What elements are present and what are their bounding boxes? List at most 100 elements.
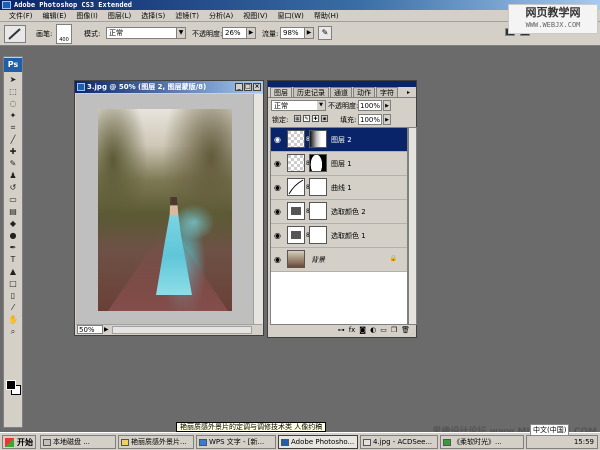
layer-row-background[interactable]: ◉ 背景 🔒 xyxy=(271,248,407,272)
status-arrow-icon[interactable]: ▶ xyxy=(104,325,109,335)
eye-icon[interactable]: ◉ xyxy=(272,182,283,193)
lasso-tool-icon[interactable]: ◌ xyxy=(4,98,22,110)
layer-row-selective-color-2[interactable]: ◉ 8 选取颜色 2 xyxy=(271,200,407,224)
move-tool-icon[interactable]: ➤ xyxy=(4,74,22,86)
layer-mask-thumbnail[interactable] xyxy=(309,226,327,244)
lock-transparency-icon[interactable]: ▦ xyxy=(294,115,301,122)
menu-file[interactable]: 文件(F) xyxy=(4,10,38,22)
eye-icon[interactable]: ◉ xyxy=(272,158,283,169)
taskbar-button-photoshop[interactable]: Adobe Photosho... xyxy=(278,435,358,449)
maximize-icon[interactable]: □ xyxy=(244,83,252,91)
eraser-tool-icon[interactable]: ▭ xyxy=(4,194,22,206)
notes-tool-icon[interactable]: ▯ xyxy=(4,290,22,302)
document-vertical-scrollbar[interactable] xyxy=(253,94,263,324)
tab-layers[interactable]: 图层 xyxy=(270,87,292,97)
type-tool-icon[interactable]: T xyxy=(4,254,22,266)
document-horizontal-scrollbar[interactable] xyxy=(112,326,252,334)
layer-name[interactable]: 图层 1 xyxy=(331,159,352,169)
minimize-icon[interactable]: _ xyxy=(235,83,243,91)
close-icon[interactable]: × xyxy=(253,83,261,91)
new-group-icon[interactable]: ▭ xyxy=(380,325,387,335)
layers-scrollbar[interactable] xyxy=(408,127,417,325)
pen-tool-icon[interactable]: ✒ xyxy=(4,242,22,254)
dodge-tool-icon[interactable]: ● xyxy=(4,230,22,242)
tab-history[interactable]: 历史记录 xyxy=(293,87,329,97)
menu-window[interactable]: 窗口(W) xyxy=(272,10,308,22)
canvas-area[interactable] xyxy=(76,94,253,324)
brush-tool-preset-icon[interactable] xyxy=(4,25,26,43)
layer-name[interactable]: 图层 2 xyxy=(331,135,352,145)
layer-name[interactable]: 曲线 1 xyxy=(331,183,352,193)
eye-icon[interactable]: ◉ xyxy=(272,230,283,241)
foreground-color-swatch[interactable] xyxy=(6,380,16,390)
menu-view[interactable]: 视图(V) xyxy=(238,10,272,22)
slice-tool-icon[interactable]: ╱ xyxy=(4,134,22,146)
eye-icon[interactable]: ◉ xyxy=(272,206,283,217)
blur-tool-icon[interactable]: ◆ xyxy=(4,218,22,230)
new-layer-icon[interactable]: ❐ xyxy=(391,325,397,335)
clone-stamp-icon[interactable]: ♟ xyxy=(4,170,22,182)
layer-name[interactable]: 选取颜色 1 xyxy=(331,231,366,241)
shape-tool-icon[interactable]: □ xyxy=(4,278,22,290)
crop-tool-icon[interactable]: ⌗ xyxy=(4,122,22,134)
menu-select[interactable]: 选择(S) xyxy=(136,10,170,22)
panel-menu-icon[interactable]: ▸ xyxy=(404,88,412,96)
chevron-right-icon[interactable]: ▶ xyxy=(383,100,391,111)
magic-wand-icon[interactable]: ✦ xyxy=(4,110,22,122)
menu-help[interactable]: 帮助(H) xyxy=(309,10,344,22)
lock-all-icon[interactable]: ▣ xyxy=(321,115,328,122)
zoom-tool-icon[interactable]: ⌕ xyxy=(4,326,22,338)
clock[interactable]: 15:59 xyxy=(574,438,594,446)
tab-actions[interactable]: 动作 xyxy=(353,87,375,97)
gradient-tool-icon[interactable]: ▤ xyxy=(4,206,22,218)
fill-field[interactable]: 100% xyxy=(358,114,382,125)
document-photo[interactable] xyxy=(98,109,232,311)
layer-name[interactable]: 选取颜色 2 xyxy=(331,207,366,217)
layer-name[interactable]: 背景 xyxy=(311,255,325,265)
layer-opacity-field[interactable]: 100% xyxy=(358,100,382,111)
blend-mode-dropdown[interactable]: 正常 ▼ xyxy=(271,100,326,111)
marquee-tool-icon[interactable]: ⬚ xyxy=(4,86,22,98)
link-layers-icon[interactable]: ⊶ xyxy=(338,325,345,335)
healing-brush-icon[interactable]: ✚ xyxy=(4,146,22,158)
layer-row-curves-1[interactable]: ◉ 8 曲线 1 xyxy=(271,176,407,200)
opacity-field[interactable]: 26% ▶ xyxy=(222,27,256,39)
chevron-right-icon[interactable]: ▶ xyxy=(383,114,391,125)
flow-field[interactable]: 98% ▶ xyxy=(280,27,314,39)
taskbar-button-browser[interactable]: 《柔软时光》... xyxy=(440,435,524,449)
menu-edit[interactable]: 编辑(E) xyxy=(38,10,72,22)
taskbar-button-acdsee[interactable]: 4.jpg - ACDSee... xyxy=(360,435,438,449)
brush-tool-icon[interactable]: ✎ xyxy=(4,158,22,170)
eyedropper-icon[interactable]: ⁄ xyxy=(4,302,22,314)
layer-row-layer-1[interactable]: ◉ 8 图层 1 xyxy=(271,152,407,176)
taskbar-button-folder[interactable]: 艳丽质感外景片... xyxy=(118,435,194,449)
adjustment-layer-icon[interactable]: ◐ xyxy=(370,325,376,335)
layer-style-icon[interactable]: fx xyxy=(349,325,356,335)
eye-icon[interactable]: ◉ xyxy=(272,254,283,265)
lock-pixels-icon[interactable]: ✎ xyxy=(303,115,310,122)
menu-filter[interactable]: 滤镜(T) xyxy=(170,10,204,22)
layer-mask-thumbnail[interactable] xyxy=(309,130,327,148)
brush-picker[interactable]: 400 xyxy=(56,24,72,44)
airbrush-icon[interactable]: ✎ xyxy=(318,26,332,40)
layer-row-layer-2[interactable]: ◉ 8 图层 2 xyxy=(271,128,407,152)
tab-character[interactable]: 字符 xyxy=(376,87,398,97)
mode-dropdown[interactable]: 正常 ▼ xyxy=(106,27,186,39)
add-mask-icon[interactable]: ◙ xyxy=(359,325,366,335)
eye-icon[interactable]: ◉ xyxy=(272,134,283,145)
layer-mask-thumbnail[interactable] xyxy=(309,154,327,172)
layer-mask-thumbnail[interactable] xyxy=(309,202,327,220)
hand-tool-icon[interactable]: ✋ xyxy=(4,314,22,326)
zoom-field[interactable]: 50% xyxy=(77,325,103,334)
tab-channels[interactable]: 通道 xyxy=(330,87,352,97)
layer-row-selective-color-1[interactable]: ◉ 8 选取颜色 1 xyxy=(271,224,407,248)
menu-image[interactable]: 图像(I) xyxy=(71,10,103,22)
history-brush-icon[interactable]: ↺ xyxy=(4,182,22,194)
taskbar-button-wps[interactable]: WPS 文字 - [新... xyxy=(196,435,276,449)
path-select-icon[interactable]: ▲ xyxy=(4,266,22,278)
lock-position-icon[interactable]: ✚ xyxy=(312,115,319,122)
input-language-indicator[interactable]: 中文(中国) xyxy=(530,424,570,436)
trash-icon[interactable]: 🗑 xyxy=(401,325,410,335)
layer-mask-thumbnail[interactable] xyxy=(309,178,327,196)
taskbar-button-local-disk[interactable]: 本地磁盘 ... xyxy=(40,435,116,449)
